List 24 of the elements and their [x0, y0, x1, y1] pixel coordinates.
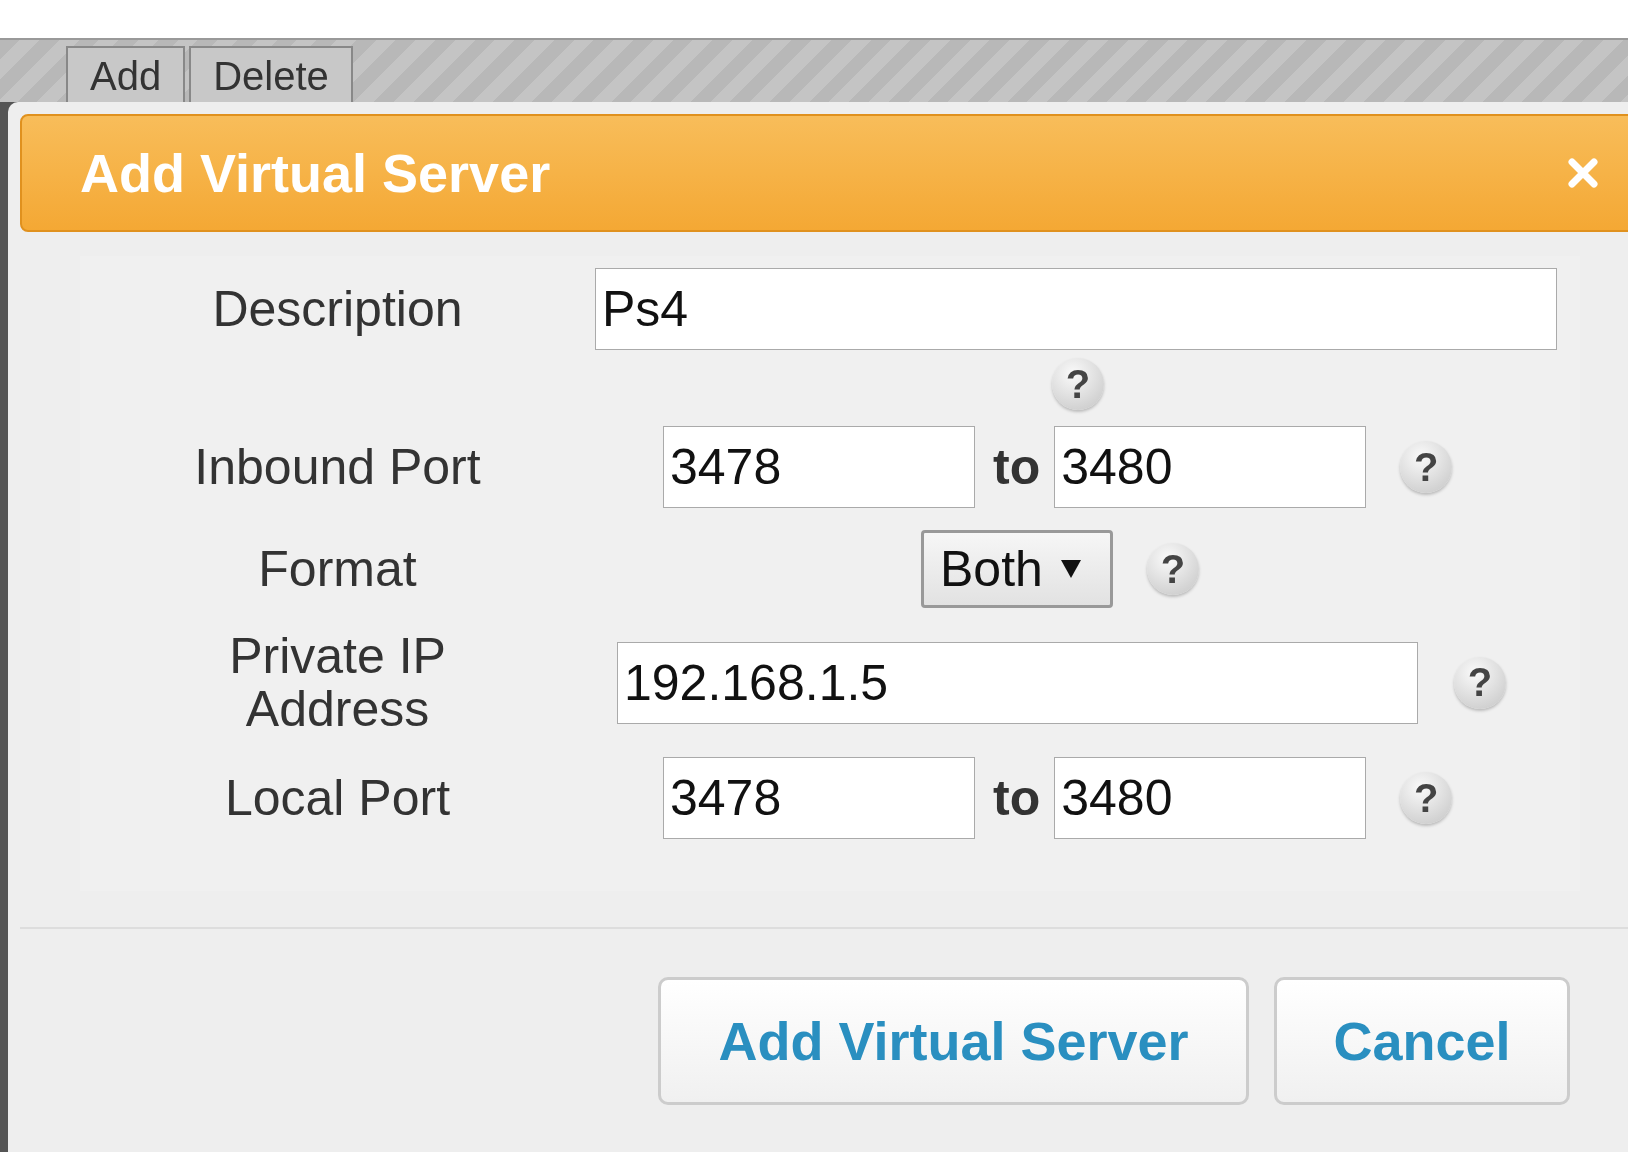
input-field[interactable]: 3478 — [663, 426, 975, 508]
help-icon[interactable]: ? — [1052, 358, 1104, 410]
field-label: Inbound Port — [194, 440, 481, 494]
field-label: Local Port — [224, 771, 451, 825]
help-icon[interactable]: ? — [1454, 656, 1506, 709]
caret-icon — [1060, 560, 1081, 578]
help-icon[interactable]: ? — [1147, 543, 1199, 595]
toolbar-tab[interactable]: Add — [66, 46, 186, 102]
help-icon[interactable]: ? — [1400, 441, 1453, 493]
toolbar-tab[interactable]: Delete — [189, 46, 353, 102]
dialog-title: Add Virtual Server — [80, 142, 551, 204]
close-icon[interactable] — [1568, 158, 1598, 188]
help-icon[interactable]: ? — [1400, 772, 1453, 824]
field-label: Description — [212, 282, 463, 336]
input-field[interactable]: 3480 — [1054, 757, 1367, 839]
range-separator: to — [993, 438, 1041, 496]
input-field[interactable]: Ps4 — [595, 268, 1557, 350]
input-field[interactable]: 3478 — [663, 757, 975, 839]
range-separator: to — [993, 769, 1041, 827]
format-dropdown[interactable]: Both — [921, 530, 1113, 608]
field-label: Private IP Address — [228, 630, 447, 735]
input-field[interactable]: 3480 — [1054, 426, 1367, 508]
input-field[interactable]: 192.168.1.5 — [617, 641, 1418, 724]
field-label: Format — [258, 542, 417, 596]
